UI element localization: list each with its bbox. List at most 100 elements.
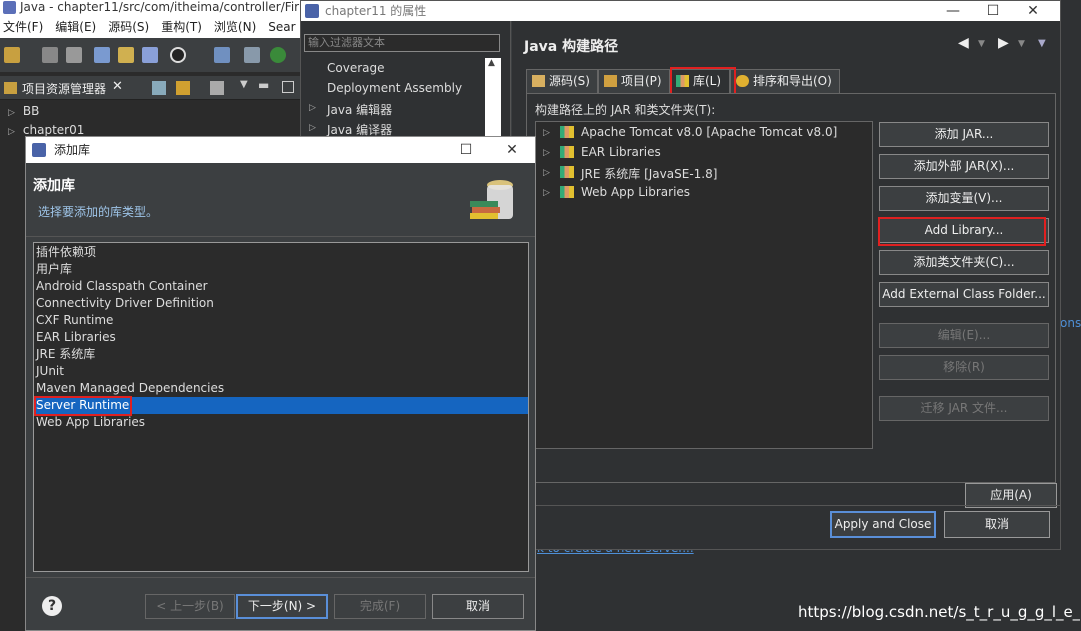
library-type-list[interactable]: 插件依赖项 用户库 Android Classpath Container Conne…	[33, 242, 529, 572]
menu-search[interactable]: Sear	[268, 16, 295, 38]
library-tree[interactable]: ▷ Apache Tomcat v8.0 [Apache Tomcat v8.0…	[535, 121, 873, 449]
dialog-heading: 添加库	[33, 178, 75, 194]
help-icon[interactable]: ?	[42, 596, 62, 616]
dialog-header: 添加库 选择要添加的库类型。	[26, 163, 535, 237]
close-icon[interactable]: ✕	[1013, 1, 1053, 21]
watermark: https://blog.csdn.net/s_t_r_u_g_g_l_e_	[798, 603, 1081, 621]
add-external-jar-button[interactable]: 添加外部 JAR(X)...	[879, 154, 1049, 179]
scroll-up-icon[interactable]: ▲	[488, 58, 495, 68]
tab-source[interactable]: 源码(S)	[526, 69, 598, 94]
nav-item-coverage[interactable]: Coverage	[327, 61, 385, 75]
list-item[interactable]: EAR Libraries	[34, 329, 528, 346]
expand-icon[interactable]: ▷	[309, 123, 316, 133]
open-type-icon[interactable]	[94, 47, 110, 63]
list-item[interactable]: CXF Runtime	[34, 312, 528, 329]
eclipse-titlebar: Java - chapter11/src/com/itheima/control…	[0, 0, 300, 16]
minimize-icon[interactable]: —	[933, 1, 973, 21]
list-item[interactable]: JRE 系统库	[34, 346, 528, 363]
collapse-all-icon[interactable]	[152, 81, 166, 95]
search-icon[interactable]	[244, 47, 260, 63]
chevron-down-icon[interactable]: ▼	[1018, 39, 1025, 49]
eclipse-app-icon	[32, 143, 46, 157]
tab-order-export[interactable]: 排序和导出(O)	[730, 69, 840, 94]
new-class-icon[interactable]	[142, 47, 158, 63]
expand-icon[interactable]: ▷	[8, 127, 15, 137]
add-external-class-folder-button[interactable]: Add External Class Folder...	[879, 282, 1049, 307]
right-link-fragment[interactable]: ons	[1060, 316, 1081, 330]
expand-icon[interactable]: ▷	[8, 108, 15, 118]
build-path-tabs: 源码(S) 项目(P) 库(L) 排序和导出(O)	[526, 69, 1056, 94]
page-header: Java 构建路径 ◀ ▼ ▶ ▼ ▼	[512, 21, 1060, 67]
eclipse-app-icon	[3, 1, 16, 14]
menu-navigate[interactable]: 浏览(N)	[214, 16, 256, 38]
nav-item-java-editor[interactable]: ▷ Java 编辑器	[309, 101, 392, 118]
add-class-folder-button[interactable]: 添加类文件夹(C)...	[879, 250, 1049, 275]
finish-button[interactable]: 完成(F)	[334, 594, 426, 619]
menu-source[interactable]: 源码(S)	[108, 16, 149, 38]
expand-icon[interactable]: ▷	[543, 168, 550, 178]
cancel-button[interactable]: 取消	[432, 594, 524, 619]
forward-arrow-icon[interactable]: ▶	[998, 35, 1009, 51]
project-explorer-tab[interactable]: 项目资源管理器 ✕ ▼ ▬	[0, 76, 300, 100]
close-icon[interactable]: ✕	[112, 79, 123, 94]
list-item[interactable]: 用户库	[34, 261, 528, 278]
menu-edit[interactable]: 编辑(E)	[55, 16, 96, 38]
add-library-titlebar: 添加库 ☐ ✕	[26, 137, 535, 163]
maximize-icon[interactable]: ☐	[446, 140, 486, 160]
add-library-dialog: 添加库 ☐ ✕ 添加库 选择要添加的库类型。 插件依赖项 用户库 Android C…	[25, 136, 536, 631]
order-export-icon	[736, 75, 749, 87]
eclipse-toolbar	[0, 38, 300, 72]
filter-icon[interactable]	[210, 81, 224, 95]
minimize-icon[interactable]: ▬	[258, 78, 269, 92]
source-folder-icon	[532, 75, 545, 87]
cancel-button[interactable]: 取消	[944, 511, 1050, 538]
library-icon	[560, 146, 574, 158]
list-item[interactable]: 插件依赖项	[34, 244, 528, 261]
apply-and-close-button[interactable]: Apply and Close	[830, 511, 936, 538]
remove-button[interactable]: 移除(R)	[879, 355, 1049, 380]
link-editor-icon[interactable]	[176, 81, 190, 95]
maximize-icon[interactable]: ☐	[973, 1, 1013, 21]
console-icon[interactable]	[214, 47, 230, 63]
close-icon[interactable]: ✕	[492, 140, 532, 160]
run-icon[interactable]	[270, 47, 286, 63]
menu-file[interactable]: 文件(F)	[3, 16, 43, 38]
save-icon[interactable]	[42, 47, 58, 63]
filter-input[interactable]: 输入过滤器文本	[304, 34, 500, 52]
menu-refactor[interactable]: 重构(T)	[161, 16, 202, 38]
libraries-panel: 构建路径上的 JAR 和类文件夹(T): ▷ Apache Tomcat v8.…	[526, 93, 1056, 483]
nav-item-deployment-assembly[interactable]: Deployment Assembly	[327, 81, 462, 95]
build-icon[interactable]	[118, 47, 134, 63]
chevron-down-icon[interactable]: ▼	[978, 39, 985, 49]
save-all-icon[interactable]	[66, 47, 82, 63]
project-item-chapter01[interactable]: ▷ chapter01	[8, 123, 84, 137]
new-icon[interactable]	[4, 47, 20, 63]
next-button[interactable]: 下一步(N) >	[236, 594, 328, 619]
project-item-bb[interactable]: ▷ BB	[8, 104, 39, 118]
expand-icon[interactable]: ▷	[543, 148, 550, 158]
back-button[interactable]: < 上一步(B)	[145, 594, 235, 619]
list-item[interactable]: Maven Managed Dependencies	[34, 380, 528, 397]
highlight-selected-library	[34, 396, 132, 416]
view-menu-icon[interactable]: ▼	[1038, 38, 1046, 49]
expand-icon[interactable]: ▷	[543, 188, 550, 198]
edit-button[interactable]: 编辑(E)...	[879, 323, 1049, 348]
dialog-title: 添加库	[54, 143, 91, 157]
maximize-icon[interactable]	[282, 81, 294, 93]
back-arrow-icon[interactable]: ◀	[958, 35, 969, 51]
expand-icon[interactable]: ▷	[543, 128, 550, 138]
add-variable-button[interactable]: 添加变量(V)...	[879, 186, 1049, 211]
divider	[26, 577, 535, 578]
list-item[interactable]: Web App Libraries	[34, 414, 528, 431]
tab-projects[interactable]: 项目(P)	[598, 69, 670, 94]
list-item[interactable]: Android Classpath Container	[34, 278, 528, 295]
debug-icon[interactable]	[170, 47, 186, 63]
view-menu-icon[interactable]: ▼	[240, 79, 248, 90]
migrate-jar-button[interactable]: 迁移 JAR 文件...	[879, 396, 1049, 421]
add-jar-button[interactable]: 添加 JAR...	[879, 122, 1049, 147]
expand-icon[interactable]: ▷	[309, 103, 316, 113]
list-item[interactable]: Connectivity Driver Definition	[34, 295, 528, 312]
page-title: Java 构建路径	[524, 39, 619, 55]
library-jar-icon	[470, 180, 513, 219]
list-item[interactable]: JUnit	[34, 363, 528, 380]
